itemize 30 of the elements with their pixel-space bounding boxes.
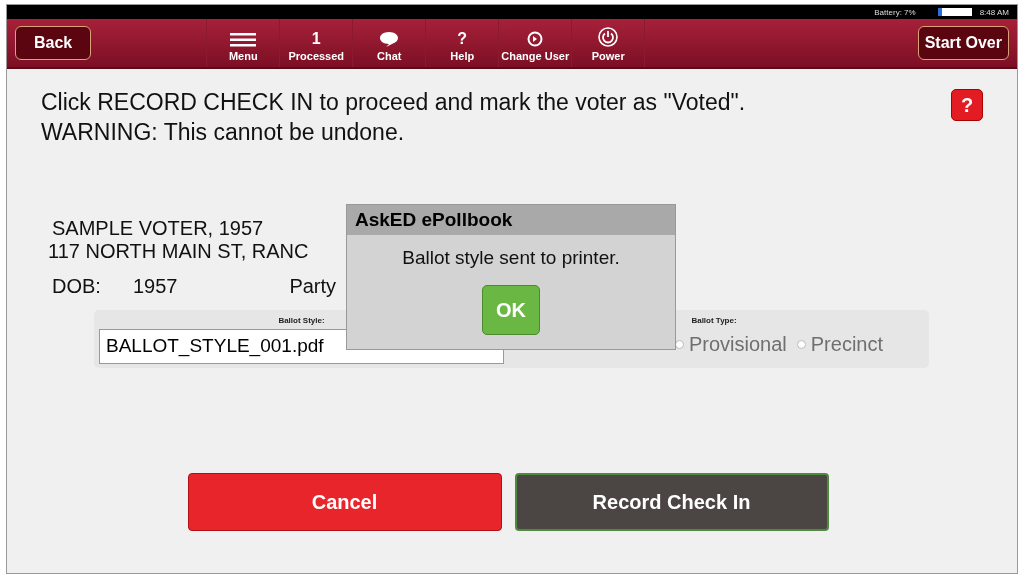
toolbar-item[interactable]: Power (571, 19, 646, 67)
toolbar-item[interactable]: Change User (498, 19, 572, 67)
toolbar-item[interactable]: ? Help (425, 19, 499, 67)
back-button[interactable]: Back (15, 26, 92, 60)
record-button[interactable]: Record Check In (514, 473, 829, 531)
battery-label: Battery: 7% (874, 7, 916, 17)
help-button[interactable]: ? (951, 89, 983, 121)
voter-address: 117 NORTH MAIN ST, RANC (48, 240, 309, 263)
dialog-message: Ballot style sent to printer. (402, 247, 620, 269)
party-label: Party (289, 275, 337, 298)
dob-value: 1957 (132, 275, 178, 298)
toolbar-item[interactable]: Menu (206, 19, 280, 67)
dialog-title: AskED ePollbook (347, 205, 675, 235)
start-over-button[interactable]: Start Over (917, 26, 1009, 60)
toolbar-item[interactable]: 1 Processed (279, 19, 353, 67)
ballot-style-label: Ballot Style: (278, 316, 325, 325)
cancel-button[interactable]: Cancel (187, 473, 502, 531)
switch-user-icon (527, 31, 544, 47)
radio-option[interactable]: Precinct (796, 333, 884, 356)
ballot-type-label: Ballot Type: (691, 316, 737, 325)
instruction-text: WARNING: This cannot be undone. (41, 118, 406, 147)
dob-label: DOB: (52, 275, 101, 298)
battery-icon (937, 8, 972, 16)
menu-icon (230, 33, 257, 47)
toolbar-item[interactable]: Chat (352, 19, 426, 67)
chat-bubble-icon (379, 31, 400, 47)
clock: 8:48 AM (979, 7, 1009, 17)
voter-name: SAMPLE VOTER, 1957 (52, 217, 264, 240)
power-icon (598, 27, 619, 47)
instruction-text: Click RECORD CHECK IN to proceed and mark the voter as "Voted". (41, 88, 746, 117)
